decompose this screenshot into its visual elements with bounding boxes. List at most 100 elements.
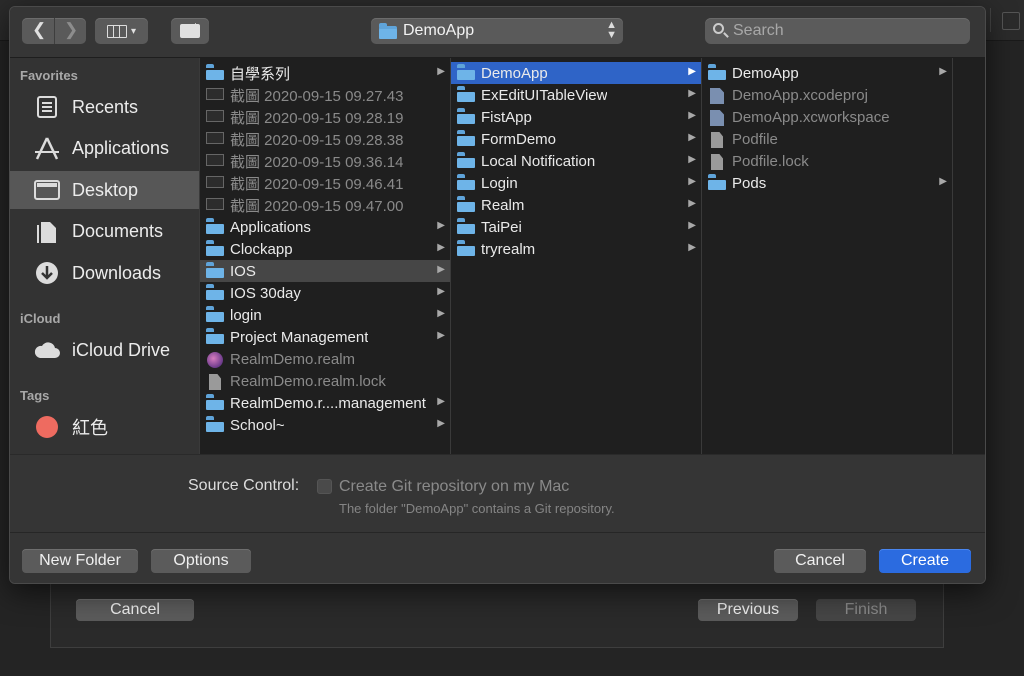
popup-arrows-icon: ▲ ▼: [606, 19, 617, 41]
sidebar-item-desktop[interactable]: Desktop: [10, 171, 199, 209]
list-item[interactable]: TaiPei ▶: [451, 216, 701, 238]
list-item-label: Local Notification: [481, 152, 596, 170]
save-dialog: ❮ ❯ ▾ + DemoApp ▲ ▼ Search Favorites iCl…: [9, 6, 986, 584]
sidebar-item-downloads[interactable]: Downloads: [10, 254, 199, 292]
list-item[interactable]: Login ▶: [451, 172, 701, 194]
list-item-label: Podfile: [732, 130, 778, 148]
list-item-label: IOS 30day: [230, 284, 301, 302]
sidebar-item-label: Desktop: [72, 179, 139, 200]
new-project-sheet: Cancel Previous Finish: [50, 583, 944, 648]
list-item[interactable]: ExEditUITableView ▶: [451, 84, 701, 106]
screenshot-icon: [206, 154, 224, 166]
cloud-icon: [32, 335, 62, 365]
list-item-label: IOS: [230, 262, 256, 280]
clock-icon: [32, 92, 62, 122]
git-checkbox[interactable]: [317, 479, 332, 494]
disclosure-arrow-icon: ▶: [437, 286, 445, 297]
search-handle: [723, 32, 729, 38]
options-button[interactable]: Options: [151, 549, 251, 573]
dialog-bottom-bar: Source Control: Create Git repository on…: [10, 454, 985, 583]
forward-icon[interactable]: ❯: [64, 20, 78, 40]
realm-file-icon: [207, 352, 223, 368]
sheet-cancel-button[interactable]: Cancel: [76, 599, 194, 621]
list-item-label: FistApp: [481, 108, 532, 126]
list-item[interactable]: RealmDemo.r....management ▶: [200, 392, 450, 414]
list-item-label: DemoApp: [732, 64, 799, 82]
create-button[interactable]: Create: [879, 549, 971, 573]
new-folder-button[interactable]: New Folder: [22, 549, 138, 573]
list-item[interactable]: Local Notification ▶: [451, 150, 701, 172]
disclosure-arrow-icon: ▶: [437, 396, 445, 407]
list-item[interactable]: RealmDemo.realm: [200, 348, 450, 370]
disclosure-arrow-icon: ▶: [437, 308, 445, 319]
disclosure-arrow-icon: ▶: [437, 66, 445, 77]
list-item[interactable]: DemoApp ▶: [702, 62, 952, 84]
column-desktop: 自學系列 ▶ 截圖 2020-09-15 09.27.43 截圖 2020-09-15…: [199, 58, 450, 454]
sidebar-item-label: Recents: [72, 96, 139, 117]
list-item[interactable]: login ▶: [200, 304, 450, 326]
sidebar-item-label: Documents: [72, 221, 164, 241]
list-item[interactable]: tryrealm ▶: [451, 238, 701, 260]
list-item[interactable]: DemoApp.xcworkspace: [702, 106, 952, 128]
list-item-label: 截圖 2020-09-15 09.47.00: [230, 197, 404, 215]
list-item[interactable]: 截圖 2020-09-15 09.46.41: [200, 172, 450, 194]
list-item[interactable]: Project Management ▶: [200, 326, 450, 348]
list-item[interactable]: School~ ▶: [200, 414, 450, 436]
list-item[interactable]: 截圖 2020-09-15 09.28.19: [200, 106, 450, 128]
list-item-label: FormDemo: [481, 130, 557, 148]
list-item[interactable]: Clockapp ▶: [200, 238, 450, 260]
sidebar-item-recents[interactable]: Recents: [10, 88, 199, 126]
list-item[interactable]: FistApp ▶: [451, 106, 701, 128]
list-item[interactable]: 截圖 2020-09-15 09.28.38: [200, 128, 450, 150]
sheet-previous-button[interactable]: Previous: [698, 599, 798, 621]
list-item-label: Applications: [230, 218, 311, 236]
sidebar-item-applications[interactable]: Applications: [10, 130, 199, 168]
list-item[interactable]: IOS 30day ▶: [200, 282, 450, 304]
list-item-label: login: [230, 306, 262, 324]
search-field[interactable]: Search: [705, 18, 970, 44]
list-item[interactable]: IOS ▶: [200, 260, 450, 282]
location-popup[interactable]: DemoApp ▲ ▼: [371, 18, 623, 44]
library-icon[interactable]: [1002, 12, 1020, 30]
sheet-finish-button[interactable]: Finish: [816, 599, 916, 621]
list-item[interactable]: 自學系列 ▶: [200, 62, 450, 84]
cancel-button[interactable]: Cancel: [774, 549, 866, 573]
sidebar: Favorites iCloud Tags Recents Application…: [10, 58, 199, 454]
list-item-label: RealmDemo.r....management: [230, 394, 426, 412]
favorites-header: Favorites: [20, 68, 78, 83]
list-item[interactable]: Pods ▶: [702, 172, 952, 194]
disclosure-arrow-icon: ▶: [437, 264, 445, 275]
screenshot-icon: [206, 88, 224, 100]
list-item[interactable]: 截圖 2020-09-15 09.47.00: [200, 194, 450, 216]
view-options-button[interactable]: ▾: [95, 18, 148, 44]
list-item-label: 截圖 2020-09-15 09.28.19: [230, 109, 404, 127]
list-item[interactable]: RealmDemo.realm.lock: [200, 370, 450, 392]
disclosure-arrow-icon: ▶: [688, 88, 696, 99]
list-item[interactable]: 截圖 2020-09-15 09.36.14: [200, 150, 450, 172]
disclosure-arrow-icon: ▶: [437, 330, 445, 341]
sidebar-item-documents[interactable]: Documents: [10, 213, 199, 251]
list-item[interactable]: Applications ▶: [200, 216, 450, 238]
tags-header: Tags: [20, 388, 50, 403]
back-icon[interactable]: ❮: [32, 20, 46, 40]
list-item[interactable]: DemoApp ▶: [451, 62, 701, 84]
sidebar-item-tag[interactable]: 紅色: [10, 408, 199, 446]
list-item-label: DemoApp.xcodeproj: [732, 86, 868, 104]
source-control-label: Source Control:: [188, 477, 300, 494]
list-item[interactable]: Podfile.lock: [702, 150, 952, 172]
list-item[interactable]: Realm ▶: [451, 194, 701, 216]
disclosure-arrow-icon: ▶: [939, 176, 947, 187]
location-label: DemoApp: [403, 22, 475, 39]
list-item[interactable]: DemoApp.xcodeproj: [702, 84, 952, 106]
disclosure-arrow-icon: ▶: [437, 242, 445, 253]
disclosure-arrow-icon: ▶: [688, 154, 696, 165]
git-checkbox-label: Create Git repository on my Mac: [339, 478, 570, 495]
new-folder-toolbar-button[interactable]: +: [171, 18, 209, 44]
list-item-label: ExEditUITableView: [481, 86, 608, 104]
sidebar-item-icloud-drive[interactable]: iCloud Drive: [10, 331, 199, 369]
list-item[interactable]: FormDemo ▶: [451, 128, 701, 150]
list-item[interactable]: Podfile: [702, 128, 952, 150]
disclosure-arrow-icon: ▶: [688, 220, 696, 231]
sidebar-item-label: 紅色: [72, 418, 108, 438]
list-item[interactable]: 截圖 2020-09-15 09.27.43: [200, 84, 450, 106]
